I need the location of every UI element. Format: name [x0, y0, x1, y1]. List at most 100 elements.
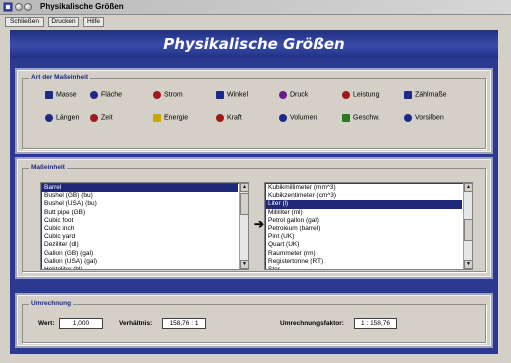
list-item[interactable]: Kubikzentimeter (cm^3) — [266, 192, 462, 200]
weight-icon — [45, 91, 53, 99]
unit-select-panel: Maßeinheit Barrel Bushel (GB) (bu) Bushel … — [15, 157, 493, 279]
list-item[interactable]: Petrol gallon (gal) — [266, 217, 462, 225]
header-banner: Physikalische Größen — [10, 30, 498, 58]
list-item[interactable]: Pint (UK) — [266, 233, 462, 241]
source-unit-listbox[interactable]: Barrel Bushel (GB) (bu) Bushel (USA) (bu) B… — [40, 182, 249, 270]
content-area: Art der Maßeinheit Masse Fläche Strom Winke… — [10, 58, 498, 354]
conversion-legend: Umrechnung — [29, 300, 74, 307]
verhaeltnis-label: Verhältnis: — [119, 320, 153, 327]
list-item[interactable]: Cubic foot — [42, 217, 238, 225]
unit-type-label: Geschw. — [353, 114, 380, 122]
target-unit-listbox[interactable]: Kubikmillimeter (mm^3) Kubikzentimeter (c… — [264, 182, 473, 270]
wert-label: Wert: — [38, 320, 55, 327]
list-item[interactable]: Petroleum (barrel) — [266, 225, 462, 233]
scroll-thumb[interactable] — [240, 193, 248, 215]
app-icon — [3, 2, 13, 12]
unit-type-option[interactable]: Längen — [45, 114, 79, 125]
unit-type-label: Fläche — [101, 91, 123, 99]
minimize-window-button[interactable] — [24, 3, 32, 11]
close-window-button[interactable] — [15, 3, 23, 11]
unit-select-legend: Maßeinheit — [29, 164, 67, 171]
unit-type-label: Kraft — [227, 114, 242, 122]
speed-icon — [342, 114, 350, 122]
unit-type-option[interactable]: Fläche — [90, 91, 122, 102]
list-item[interactable]: Deziliter (dl) — [42, 241, 238, 249]
list-item[interactable]: Gallon (GB) (gal) — [42, 250, 238, 258]
unit-type-option[interactable]: Vorsilben — [404, 114, 444, 125]
banner-title: Physikalische Größen — [163, 35, 345, 53]
unit-type-option[interactable]: Geschw. — [342, 114, 380, 125]
scroll-down-icon[interactable]: ▼ — [240, 260, 248, 269]
unit-type-panel: Art der Maßeinheit Masse Fläche Strom Winke… — [15, 68, 493, 154]
list-item[interactable]: Registertonne (RT) — [266, 258, 462, 266]
faktor-label: Umrechnungsfaktor: — [280, 320, 344, 327]
unit-type-label: Druck — [290, 91, 309, 99]
menu-bar: Schließen Drucken Hilfe — [0, 15, 511, 28]
unit-type-option[interactable]: Volumen — [279, 114, 317, 125]
unit-type-label: Winkel — [227, 91, 249, 99]
menu-schliessen-button[interactable]: Schließen — [5, 17, 44, 27]
power-icon — [342, 91, 350, 99]
conversion-group: Umrechnung Wert: 1,000 Verhältnis: 158,7… — [22, 300, 486, 343]
length-icon — [45, 114, 53, 122]
list-item[interactable]: Barrel — [42, 184, 238, 193]
unit-type-option[interactable]: Strom — [153, 91, 183, 102]
volume-icon — [279, 114, 287, 122]
list-item[interactable]: Hektoliter (hl) — [42, 266, 238, 269]
pressure-icon — [279, 91, 287, 99]
unit-type-legend: Art der Maßeinheit — [29, 74, 91, 81]
list-item[interactable]: Bushel (USA) (bu) — [42, 200, 238, 208]
scroll-up-icon[interactable]: ▲ — [240, 183, 248, 192]
unit-type-option[interactable]: Energie — [153, 114, 188, 125]
unit-type-option[interactable]: Winkel — [216, 91, 248, 102]
prefix-icon — [404, 114, 412, 122]
unit-type-option[interactable]: Zählmaße — [404, 91, 447, 102]
list-item[interactable]: Cubic inch — [42, 225, 238, 233]
unit-type-label: Energie — [164, 114, 189, 122]
area-icon — [90, 91, 98, 99]
list-item[interactable]: Liter (l) — [266, 200, 462, 209]
bulb-icon — [153, 114, 161, 122]
unit-type-label: Zeit — [101, 114, 113, 122]
force-icon — [216, 114, 224, 122]
list-item[interactable]: Bushel (GB) (bu) — [42, 192, 238, 200]
unit-type-option[interactable]: Druck — [279, 91, 308, 102]
unit-type-option[interactable]: Leistung — [342, 91, 379, 102]
list-item[interactable]: Gallon (USA) (gal) — [42, 258, 238, 266]
convert-arrow-icon: ➔ — [254, 217, 265, 231]
scroll-up-icon[interactable]: ▲ — [464, 183, 472, 192]
unit-type-label: Leistung — [353, 91, 380, 99]
target-scrollbar[interactable]: ▲ ▼ — [463, 183, 472, 269]
window-title: Physikalische Größen — [40, 2, 124, 11]
list-item[interactable]: Cubic yard — [42, 233, 238, 241]
conversion-panel: Umrechnung Wert: 1,000 Verhältnis: 158,7… — [15, 293, 493, 348]
title-bar: Physikalische Größen — [0, 0, 511, 15]
current-icon — [153, 91, 161, 99]
unit-type-label: Strom — [164, 91, 183, 99]
unit-type-label: Zählmaße — [415, 91, 447, 99]
unit-type-option[interactable]: Kraft — [216, 114, 242, 125]
list-item[interactable]: Milliliter (ml) — [266, 209, 462, 217]
scroll-thumb[interactable] — [464, 219, 472, 241]
angle-icon — [216, 91, 224, 99]
list-item[interactable]: Butt pipe (GB) — [42, 209, 238, 217]
unit-type-group: Art der Maßeinheit Masse Fläche Strom Winke… — [22, 74, 486, 149]
count-icon — [404, 91, 412, 99]
clock-icon — [90, 114, 98, 122]
menu-hilfe-button[interactable]: Hilfe — [83, 17, 104, 27]
unit-type-label: Volumen — [290, 114, 318, 122]
source-scrollbar[interactable]: ▲ ▼ — [239, 183, 248, 269]
list-item[interactable]: Ster — [266, 266, 462, 269]
list-item[interactable]: Raummeter (rm) — [266, 250, 462, 258]
list-item[interactable]: Kubikmillimeter (mm^3) — [266, 184, 462, 192]
faktor-value: 1 : 158,76 — [354, 318, 397, 329]
scroll-down-icon[interactable]: ▼ — [464, 260, 472, 269]
verhaeltnis-value: 158,76 : 1 — [162, 318, 206, 329]
unit-type-option[interactable]: Zeit — [90, 114, 113, 125]
unit-type-label: Vorsilben — [415, 114, 444, 122]
menu-drucken-button[interactable]: Drucken — [48, 17, 79, 27]
unit-type-label: Masse — [56, 91, 77, 99]
wert-input[interactable]: 1,000 — [59, 318, 103, 329]
unit-type-option[interactable]: Masse — [45, 91, 77, 102]
list-item[interactable]: Quart (UK) — [266, 241, 462, 249]
